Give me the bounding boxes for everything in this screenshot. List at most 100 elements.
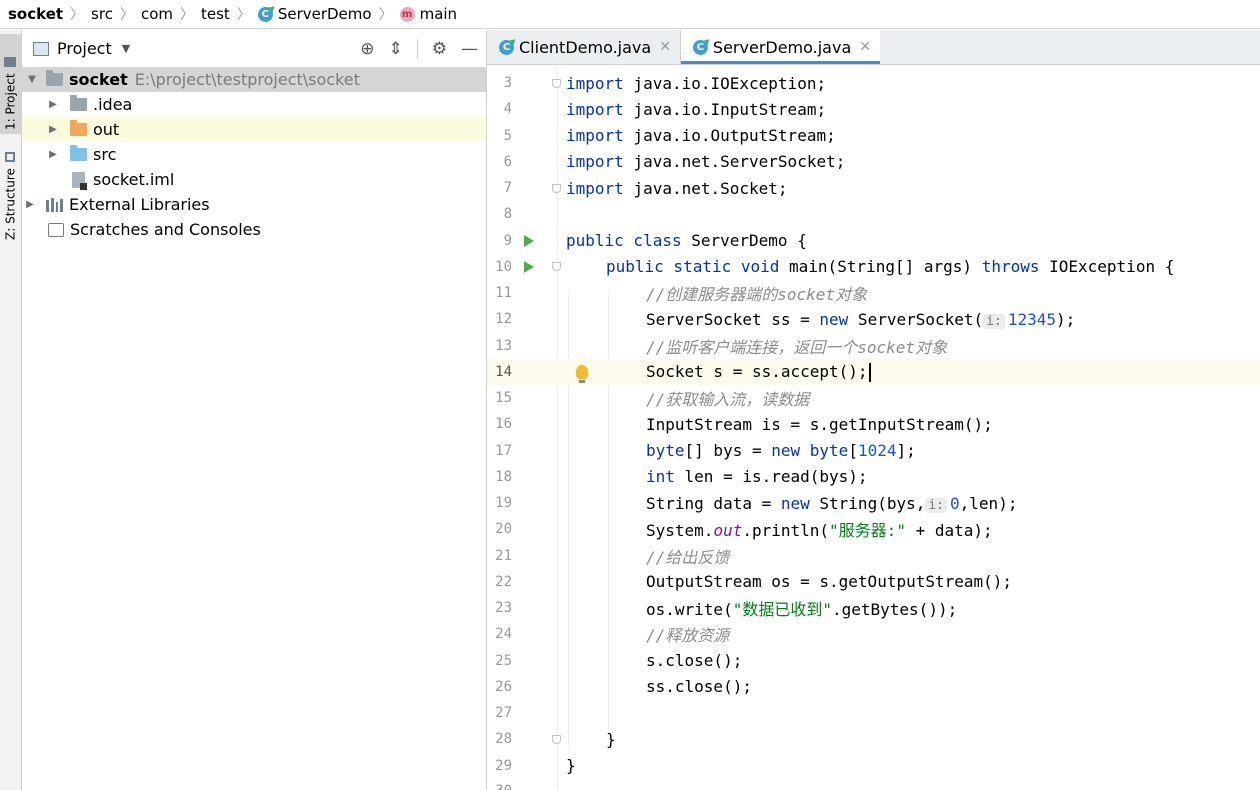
code-text: ServerSocket ss = new ServerSocket(i: 123… [646,310,1075,329]
tab-clientdemo[interactable]: C ClientDemo.java ✕ [487,30,681,64]
code-line: 3 import java.io.IOException; [487,70,1260,96]
code-token: String data = [646,493,781,513]
tree-item-socket-iml[interactable]: socket.iml [22,167,486,192]
chevron-down-icon: ▼ [121,42,131,55]
code-text: } [606,729,616,749]
line-number: 13 [495,337,512,354]
code-token: System. [646,521,714,541]
run-icon[interactable] [524,234,534,247]
line-number: 30 [487,783,512,790]
line-number: 12 [495,311,512,328]
tree-item-socket[interactable]: ▼ socket E:\project\testproject\socket [22,67,486,92]
expand-arrow-icon[interactable]: ▶ [47,124,59,135]
breadcrumb-item-com[interactable]: com [141,5,173,23]
code-token: main(String[] args) [779,257,982,277]
gear-icon[interactable]: ⚙ [432,39,447,59]
tree-item-scratches[interactable]: Scratches and Consoles [22,217,486,242]
code-token: java.io.IOException; [623,73,827,93]
code-text: os.write("数据已收到".getBytes()); [646,596,957,620]
tab-structure-label: Z: Structure [3,168,18,240]
lightbulb-icon[interactable] [576,364,588,383]
tree-item-label: src [93,145,117,164]
run-icon[interactable] [524,260,534,273]
tab-structure[interactable]: Z: Structure [0,144,21,244]
breadcrumb-item-test[interactable]: test [201,5,230,23]
code-text: } [566,756,576,776]
close-icon[interactable]: ✕ [659,39,671,55]
fold-marker-icon[interactable] [552,78,561,88]
code-token: Socket s = ss.accept(); [646,361,868,381]
code-token: + data); [905,521,993,541]
code-text: import java.net.ServerSocket; [566,152,845,171]
expand-arrow-icon[interactable]: ▶ [24,199,36,210]
tree-item-label: External Libraries [69,195,210,214]
tree-item-out[interactable]: ▶ out [22,117,486,142]
scratches-icon [48,222,64,237]
tab-project[interactable]: 1: Project [0,34,21,134]
code-token: [] bys = [684,441,772,461]
line-number: 17 [495,442,512,459]
code-token: os.write( [646,600,733,620]
tree-item-label: socket [69,70,128,89]
code-token: ServerDemo { [681,231,807,251]
breadcrumb-item-serverdemo[interactable]: C ServerDemo [257,5,372,23]
code-text: InputStream is = s.getInputStream(); [646,414,993,434]
collapse-all-icon[interactable]: ⇕ [389,39,403,59]
code-line: 20 System.out.println("服务器:" + data); [487,516,1260,542]
breadcrumb-item-src[interactable]: src [91,5,113,23]
code-text: ss.close(); [646,677,752,697]
excluded-folder-icon [70,120,87,136]
code-line: 6 import java.net.ServerSocket; [487,149,1260,175]
tab-serverdemo[interactable]: C ServerDemo.java ✕ [680,30,881,64]
code-text: s.close(); [646,651,743,671]
fold-marker-icon[interactable] [552,262,561,272]
line-number: 19 [495,495,512,512]
code-token: java.net.Socket; [623,178,788,198]
code-token: new [819,309,849,329]
code-token: byte [646,441,685,461]
code-line: 23 os.write("数据已收到".getBytes()); [487,595,1260,621]
code-token: out [713,521,743,541]
tab-label: ClientDemo.java [519,37,652,57]
project-panel-title: Project [57,39,112,58]
line-number: 18 [495,468,512,485]
project-icon [33,41,49,56]
expand-arrow-icon[interactable]: ▶ [47,149,59,160]
code-token: 12345 [1007,309,1056,329]
fold-marker-icon[interactable] [552,734,561,744]
locate-icon[interactable]: ⊕ [360,39,374,59]
line-number: 9 [503,232,512,249]
source-folder-icon [70,145,87,161]
breadcrumb-separator: 〉 [180,7,194,23]
breadcrumb-item-main[interactable]: m main [399,5,457,23]
code-token: java.net.ServerSocket; [623,152,846,172]
tree-item-src[interactable]: ▶ src [22,142,486,167]
code-text: String data = new String(bys, i: 0,len); [646,494,1017,513]
code-line: 16 InputStream is = s.getInputStream(); [487,411,1260,437]
code-token: ServerSocket ss = [646,309,820,329]
code-comment: //给出反馈 [646,547,730,567]
expand-arrow-icon[interactable]: ▶ [47,99,59,110]
close-icon[interactable]: ✕ [859,39,871,55]
tree-item-idea[interactable]: ▶ .idea [22,92,486,117]
code-comment: //创建服务器端的socket对象 [646,285,868,305]
module-folder-icon [46,70,63,86]
minimize-icon[interactable]: — [461,39,478,59]
breadcrumb-item-socket[interactable]: socket [8,5,63,23]
tool-window-stripe: 1: Project Z: Structure [0,30,22,790]
tree-item-external-libraries[interactable]: ▶ External Libraries [22,192,486,217]
line-number: 4 [503,101,512,118]
tab-label: ServerDemo.java [712,37,852,57]
fold-marker-icon[interactable] [552,183,561,193]
class-icon: C [499,39,514,55]
project-view-selector[interactable]: Project ▼ [33,39,130,58]
code-line: 8 [487,201,1260,227]
tree-item-label: Scratches and Consoles [70,220,261,239]
code-token: String(bys, [809,493,926,513]
tree-item-label: out [93,120,120,139]
code-text: System.out.println("服务器:" + data); [646,517,993,541]
code-text: import java.io.OutputStream; [566,126,836,145]
expand-arrow-icon[interactable]: ▼ [26,74,38,85]
code-area[interactable]: 3 import java.io.IOException; 4 import j… [487,66,1260,790]
